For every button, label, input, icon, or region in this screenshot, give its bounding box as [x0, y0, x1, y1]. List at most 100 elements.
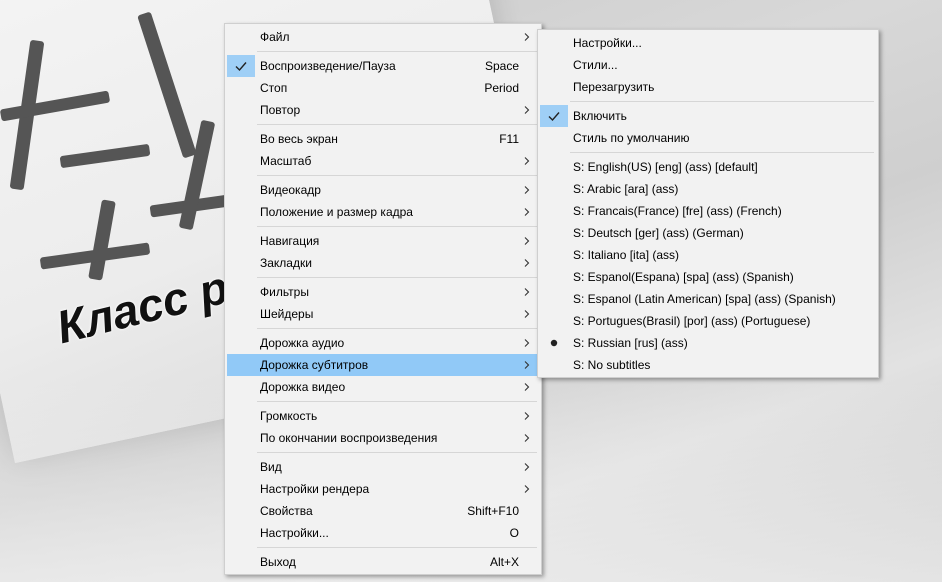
- menu-item[interactable]: Положение и размер кадра: [227, 201, 539, 223]
- shortcut-label: Shift+F10: [467, 504, 519, 518]
- subtitle-menu-item[interactable]: Перезагрузить: [540, 76, 876, 98]
- subtitle-menu-item[interactable]: S: Francais(France) [fre] (ass) (French): [540, 200, 876, 222]
- shortcut-label: O: [509, 526, 519, 540]
- menu-item[interactable]: Во весь экран F11: [227, 128, 539, 150]
- subtitle-menu-item-label: S: Italiano [ita] (ass): [573, 248, 680, 262]
- subtitle-menu-item[interactable]: S: Deutsch [ger] (ass) (German): [540, 222, 876, 244]
- menu-separator: [257, 328, 537, 329]
- menu-item-label: По окончании воспроизведения: [260, 431, 438, 445]
- subtitle-menu-item-label: S: Espanol (Latin American) [spa] (ass) …: [573, 292, 836, 306]
- menu-item-label: Файл: [260, 30, 290, 44]
- checkmark-icon: [227, 55, 255, 77]
- menu-item-label: Во весь экран: [260, 132, 338, 146]
- submenu-arrow-icon: [523, 427, 531, 457]
- menu-item[interactable]: Файл: [227, 26, 539, 48]
- menu-item[interactable]: По окончании воспроизведения: [227, 427, 539, 449]
- menu-separator: [257, 124, 537, 125]
- subtitle-menu-item[interactable]: S: No subtitles: [540, 354, 876, 376]
- menu-separator: [257, 401, 537, 402]
- subtitle-menu-item-label: S: No subtitles: [573, 358, 651, 372]
- menu-item[interactable]: Вид: [227, 456, 539, 478]
- subtitle-menu-item-label: S: Arabic [ara] (ass): [573, 182, 679, 196]
- menu-item-label: Фильтры: [260, 285, 309, 299]
- submenu-arrow-icon: [523, 201, 531, 231]
- menu-item[interactable]: Воспроизведение/Пауза Space: [227, 55, 539, 77]
- submenu-arrow-icon: [523, 99, 531, 129]
- menu-item-label: Масштаб: [260, 154, 312, 168]
- subtitle-menu-item[interactable]: Стили...: [540, 54, 876, 76]
- subtitle-menu-item-label: S: Francais(France) [fre] (ass) (French): [573, 204, 782, 218]
- subtitle-menu-item[interactable]: S: Russian [rus] (ass): [540, 332, 876, 354]
- submenu-arrow-icon: [523, 150, 531, 180]
- subtitle-menu-item-label: Стили...: [573, 58, 618, 72]
- menu-item[interactable]: Выход Alt+X: [227, 551, 539, 573]
- submenu-arrow-icon: [523, 252, 531, 282]
- radio-bullet-icon: [540, 332, 568, 354]
- menu-item-label: Вид: [260, 460, 282, 474]
- subtitle-menu-item[interactable]: Настройки...: [540, 32, 876, 54]
- menu-item-label: Дорожка аудио: [260, 336, 345, 350]
- subtitle-menu-item-label: Настройки...: [573, 36, 642, 50]
- menu-item[interactable]: Навигация: [227, 230, 539, 252]
- subtitle-menu-item-label: Включить: [573, 109, 627, 123]
- menu-item-label: Воспроизведение/Пауза: [260, 59, 396, 73]
- shortcut-label: F11: [499, 132, 519, 146]
- menu-item[interactable]: Настройки рендера: [227, 478, 539, 500]
- subtitle-menu-item-label: Стиль по умолчанию: [573, 131, 690, 145]
- menu-item-label: Громкость: [260, 409, 318, 423]
- subtitle-track-submenu: Настройки... Стили... Перезагрузить Включит…: [537, 29, 879, 378]
- submenu-arrow-icon: [523, 376, 531, 406]
- menu-item[interactable]: Масштаб: [227, 150, 539, 172]
- subtitle-menu-item-label: S: Espanol(Espana) [spa] (ass) (Spanish): [573, 270, 794, 284]
- menu-item[interactable]: Свойства Shift+F10: [227, 500, 539, 522]
- menu-item-label: Свойства: [260, 504, 313, 518]
- menu-item[interactable]: Громкость: [227, 405, 539, 427]
- shortcut-label: Space: [484, 59, 519, 73]
- menu-item[interactable]: Видеокадр: [227, 179, 539, 201]
- shortcut-label: Period: [484, 81, 519, 95]
- menu-separator: [257, 277, 537, 278]
- menu-item-label: Дорожка субтитров: [260, 358, 369, 372]
- menu-separator: [257, 51, 537, 52]
- menu-separator: [257, 452, 537, 453]
- subtitle-menu-item-label: S: Deutsch [ger] (ass) (German): [573, 226, 744, 240]
- menu-separator: [257, 547, 537, 548]
- checkmark-icon: [540, 105, 568, 127]
- menu-item-label: Настройки...: [260, 526, 329, 540]
- menu-item[interactable]: Повтор: [227, 99, 539, 121]
- subtitle-menu-item[interactable]: S: Arabic [ara] (ass): [540, 178, 876, 200]
- menu-item[interactable]: Фильтры: [227, 281, 539, 303]
- menu-item[interactable]: Дорожка видео: [227, 376, 539, 398]
- subtitle-menu-item[interactable]: S: Espanol (Latin American) [spa] (ass) …: [540, 288, 876, 310]
- menu-item[interactable]: Стоп Period: [227, 77, 539, 99]
- menu-item[interactable]: Дорожка аудио: [227, 332, 539, 354]
- subtitle-menu-item[interactable]: Стиль по умолчанию: [540, 127, 876, 149]
- menu-item-label: Закладки: [260, 256, 312, 270]
- menu-item-label: Видеокадр: [260, 183, 321, 197]
- subtitle-menu-item[interactable]: S: Italiano [ita] (ass): [540, 244, 876, 266]
- menu-item-label: Выход: [260, 555, 296, 569]
- context-menu: Файл Воспроизведение/Пауза Space Стоп Period…: [224, 23, 542, 575]
- menu-item[interactable]: Дорожка субтитров: [227, 354, 539, 376]
- subtitle-menu-item[interactable]: S: Portugues(Brasil) [por] (ass) (Portug…: [540, 310, 876, 332]
- menu-item[interactable]: Закладки: [227, 252, 539, 274]
- subtitle-menu-item-label: S: Russian [rus] (ass): [573, 336, 688, 350]
- menu-item[interactable]: Настройки... O: [227, 522, 539, 544]
- subtitle-menu-item[interactable]: Включить: [540, 105, 876, 127]
- subtitle-menu-item-label: S: Portugues(Brasil) [por] (ass) (Portug…: [573, 314, 811, 328]
- subtitle-menu-item[interactable]: S: English(US) [eng] (ass) [default]: [540, 156, 876, 178]
- subtitle-menu-item-label: Перезагрузить: [573, 80, 655, 94]
- menu-separator: [257, 226, 537, 227]
- menu-item-label: Повтор: [260, 103, 301, 117]
- menu-item[interactable]: Шейдеры: [227, 303, 539, 325]
- menu-item-label: Дорожка видео: [260, 380, 346, 394]
- subtitle-menu-item[interactable]: S: Espanol(Espana) [spa] (ass) (Spanish): [540, 266, 876, 288]
- menu-item-label: Положение и размер кадра: [260, 205, 413, 219]
- subtitle-menu-item-label: S: English(US) [eng] (ass) [default]: [573, 160, 758, 174]
- menu-item-label: Навигация: [260, 234, 320, 248]
- shortcut-label: Alt+X: [489, 555, 519, 569]
- menu-item-label: Шейдеры: [260, 307, 314, 321]
- menu-separator: [570, 101, 874, 102]
- menu-item-label: Стоп: [260, 81, 288, 95]
- menu-separator: [257, 175, 537, 176]
